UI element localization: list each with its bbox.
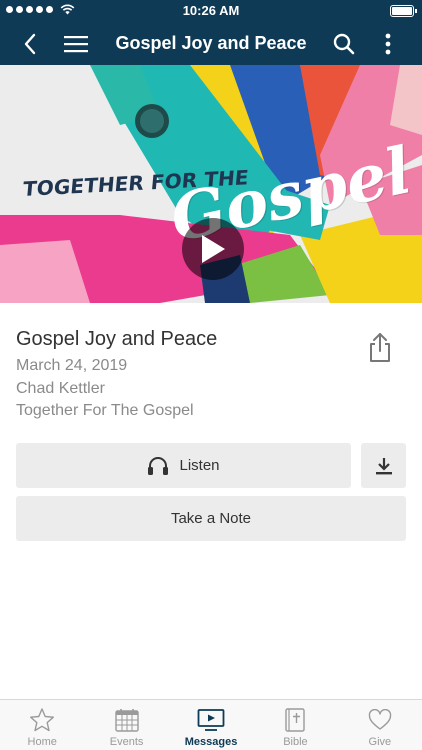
status-time: 10:26 AM — [182, 3, 240, 18]
page-title: Gospel Joy and Peace — [115, 33, 307, 53]
headphones-icon — [148, 456, 169, 475]
battery-icon — [390, 5, 417, 17]
status-bar: 10:26 AM — [0, 0, 422, 22]
nav-bar: Gospel Joy and Peace — [0, 22, 422, 65]
share-icon — [370, 333, 390, 362]
play-icon — [202, 235, 225, 263]
tab-label: Events — [109, 736, 144, 748]
tab-label: Home — [27, 736, 57, 748]
calendar-icon — [114, 709, 139, 732]
message-speaker: Chad Kettler — [16, 379, 105, 397]
chevron-left-icon — [24, 33, 36, 54]
tv-icon — [197, 709, 225, 731]
hamburger-icon — [64, 35, 88, 52]
take-note-button[interactable]: Take a Note — [16, 496, 406, 541]
star-icon — [30, 708, 55, 732]
play-button[interactable] — [182, 218, 244, 280]
download-icon — [375, 457, 392, 474]
search-button[interactable] — [324, 22, 364, 65]
menu-button[interactable] — [56, 22, 96, 65]
heart-icon — [368, 709, 392, 730]
tab-bible[interactable]: Bible — [253, 700, 337, 750]
tab-bar: Home Events Messages Bible Give — [0, 699, 422, 750]
search-icon — [333, 33, 355, 54]
tab-events[interactable]: Events — [84, 700, 168, 750]
tab-give[interactable]: Give — [338, 700, 422, 750]
tab-messages[interactable]: Messages — [169, 700, 253, 750]
tab-label: Messages — [184, 736, 238, 748]
tab-label: Bible — [283, 736, 308, 748]
message-date: March 24, 2019 — [16, 357, 128, 374]
share-button[interactable] — [366, 332, 394, 364]
sermon-artwork: TOGETHER FOR THE Gospel — [0, 65, 422, 303]
tab-label: Give — [368, 736, 392, 748]
back-button[interactable] — [10, 22, 50, 65]
more-button[interactable] — [368, 22, 408, 65]
message-details: Gospel Joy and Peace March 24, 2019 Chad… — [16, 328, 346, 423]
tab-home[interactable]: Home — [0, 700, 84, 750]
listen-button[interactable]: Listen — [16, 443, 351, 488]
take-note-label: Take a Note — [170, 510, 252, 527]
listen-label: Listen — [179, 457, 220, 474]
message-series: Together For The Gospel — [16, 402, 194, 419]
bible-icon — [285, 708, 306, 732]
message-title: Gospel Joy and Peace — [16, 328, 218, 350]
download-button[interactable] — [361, 443, 406, 488]
vertical-dots-icon — [385, 33, 391, 54]
